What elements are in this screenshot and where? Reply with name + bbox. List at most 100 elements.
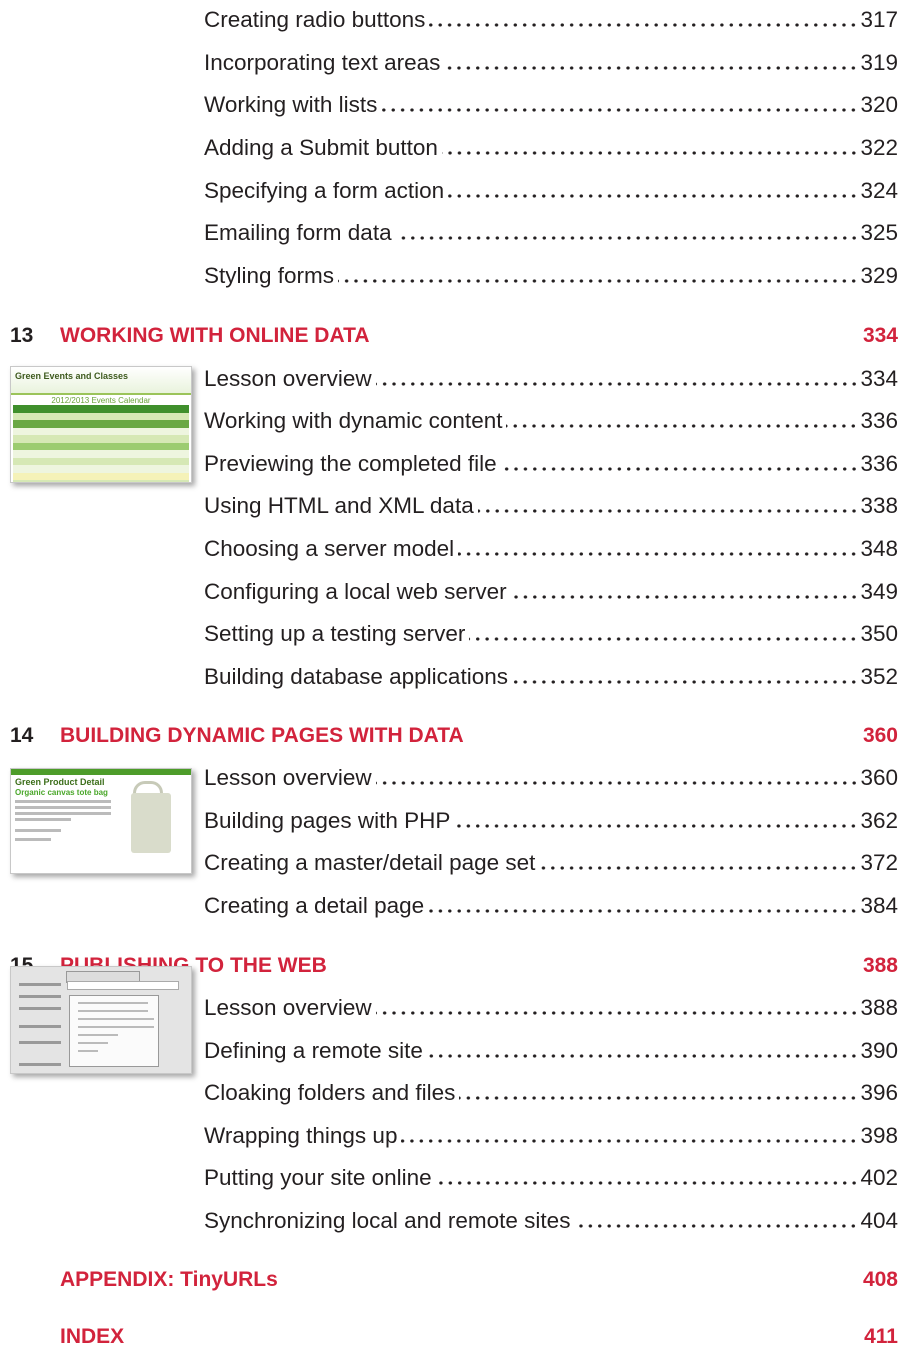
chapter-13-thumbnail: Green Events and Classes 2012/2013 Event… bbox=[10, 366, 192, 483]
toc-entry[interactable]: Creating a master/detail page set 372 bbox=[204, 848, 898, 878]
thumbnail-menu-item bbox=[78, 1002, 148, 1004]
entry-page: 390 bbox=[860, 1038, 898, 1063]
entry-page: 322 bbox=[860, 135, 898, 160]
toc-entry[interactable]: Setting up a testing server 350 bbox=[204, 619, 898, 649]
entry-page: 338 bbox=[860, 493, 898, 518]
entry-label: Choosing a server model bbox=[204, 536, 455, 561]
table-row bbox=[13, 435, 189, 443]
entry-page: 319 bbox=[860, 50, 898, 75]
chapter-heading-14[interactable]: 14 BUILDING DYNAMIC PAGES WITH DATA 360 bbox=[10, 721, 898, 751]
thumbnail-text-line bbox=[15, 806, 111, 809]
dot-leader bbox=[426, 1053, 859, 1059]
thumbnail-dropdown-menu bbox=[69, 995, 159, 1067]
dot-leader bbox=[511, 679, 859, 685]
entry-label: Lesson overview bbox=[204, 765, 372, 790]
dot-leader bbox=[338, 278, 859, 284]
toc-entry[interactable]: Styling forms 329 bbox=[204, 261, 898, 291]
thumbnail-text-line bbox=[15, 829, 61, 832]
entry-label: Styling forms bbox=[204, 263, 335, 288]
toc-entry[interactable]: Emailing form data 325 bbox=[204, 218, 898, 248]
toc-entry[interactable]: Building pages with PHP 362 bbox=[204, 806, 898, 836]
entry-label: Synchronizing local and remote sites bbox=[204, 1208, 571, 1233]
entry-label: Creating a master/detail page set bbox=[204, 850, 536, 875]
toc-entry[interactable]: Synchronizing local and remote sites 404 bbox=[204, 1206, 898, 1236]
dot-leader bbox=[469, 636, 859, 642]
dot-leader bbox=[574, 1223, 859, 1229]
dot-leader bbox=[441, 150, 859, 156]
thumbnail-menu-item bbox=[78, 1010, 148, 1012]
thumbnail-title: Green Events and Classes bbox=[15, 371, 129, 381]
table-row bbox=[13, 450, 189, 458]
entry-page: 350 bbox=[860, 621, 898, 646]
table-row bbox=[13, 420, 189, 428]
toc-entry[interactable]: Cloaking folders and files 396 bbox=[204, 1078, 898, 1108]
index-heading[interactable]: INDEX 411 bbox=[10, 1322, 898, 1352]
chapter-title: WORKING WITH ONLINE DATA bbox=[60, 324, 370, 347]
entry-label: Creating radio buttons bbox=[204, 7, 426, 32]
toc-entry[interactable]: Using HTML and XML data 338 bbox=[204, 491, 898, 521]
toc-entry[interactable]: Choosing a server model 348 bbox=[204, 534, 898, 564]
entry-label: Setting up a testing server bbox=[204, 621, 466, 646]
thumbnail-text-line bbox=[15, 800, 111, 803]
thumbnail-label bbox=[19, 1025, 61, 1028]
chapter-14-thumbnail: Green Product Detail Organic canvas tote… bbox=[10, 768, 192, 874]
thumbnail-field bbox=[67, 981, 179, 990]
entry-label: Adding a Submit button bbox=[204, 135, 438, 160]
toc-entry[interactable]: Lesson overview 360 bbox=[204, 763, 898, 793]
thumbnail-label bbox=[19, 1007, 61, 1010]
toc-entry[interactable]: Defining a remote site 390 bbox=[204, 1036, 898, 1066]
appendix-page: 408 bbox=[862, 1268, 898, 1291]
entry-page: 362 bbox=[860, 808, 898, 833]
dot-leader bbox=[444, 65, 859, 71]
thumbnail-text-line bbox=[15, 818, 71, 821]
toc-entry[interactable]: Configuring a local web server 349 bbox=[204, 577, 898, 607]
chapter-number: 14 bbox=[10, 724, 34, 747]
entry-page: 360 bbox=[860, 765, 898, 790]
thumbnail-menu-item bbox=[78, 1026, 154, 1028]
dot-leader bbox=[428, 908, 859, 914]
thumbnail-subtitle: 2012/2013 Events Calendar bbox=[51, 396, 151, 405]
dot-leader bbox=[506, 423, 859, 429]
toc-entry[interactable]: Previewing the completed file 336 bbox=[204, 449, 898, 479]
entry-label: Lesson overview bbox=[204, 995, 372, 1020]
dot-leader bbox=[381, 107, 859, 113]
entry-page: 388 bbox=[860, 995, 898, 1020]
toc-entry[interactable]: Specifying a form action 324 bbox=[204, 176, 898, 206]
entry-page: 352 bbox=[860, 664, 898, 689]
chapter-title: BUILDING DYNAMIC PAGES WITH DATA bbox=[60, 724, 464, 747]
table-row bbox=[13, 412, 189, 420]
entry-label: Working with dynamic content bbox=[204, 408, 503, 433]
toc-entry[interactable]: Incorporating text areas 319 bbox=[204, 48, 898, 78]
toc-entry[interactable]: Creating a detail page 384 bbox=[204, 891, 898, 921]
entry-label: Emailing form data bbox=[204, 220, 392, 245]
entry-label: Working with lists bbox=[204, 92, 378, 117]
toc-entry[interactable]: Wrapping things up 398 bbox=[204, 1121, 898, 1151]
entry-label: Wrapping things up bbox=[204, 1123, 398, 1148]
entry-label: Using HTML and XML data bbox=[204, 493, 474, 518]
entry-label: Previewing the completed file bbox=[204, 451, 497, 476]
dot-leader bbox=[448, 193, 859, 199]
toc-entry[interactable]: Lesson overview 334 bbox=[204, 364, 898, 394]
entry-page: 402 bbox=[860, 1165, 898, 1190]
table-row bbox=[13, 465, 189, 473]
toc-entry[interactable]: Building database applications 352 bbox=[204, 662, 898, 692]
toc-entry[interactable]: Adding a Submit button 322 bbox=[204, 133, 898, 163]
toc-entry[interactable]: Working with dynamic content 336 bbox=[204, 406, 898, 436]
appendix-heading[interactable]: APPENDIX: TinyURLs 408 bbox=[10, 1265, 898, 1295]
chapter-heading-13[interactable]: 13 WORKING WITH ONLINE DATA 334 bbox=[10, 321, 898, 351]
thumbnail-text-line bbox=[15, 812, 111, 815]
entry-label: Lesson overview bbox=[204, 366, 372, 391]
dot-leader bbox=[539, 865, 859, 871]
thumbnail-label bbox=[19, 1063, 61, 1066]
toc-entry[interactable]: Creating radio buttons 317 bbox=[204, 5, 898, 35]
chapter-page: 388 bbox=[862, 954, 898, 977]
table-row bbox=[13, 472, 189, 480]
toc-entry[interactable]: Working with lists 320 bbox=[204, 90, 898, 120]
dot-leader bbox=[375, 381, 859, 387]
toc-entry[interactable]: Lesson overview 388 bbox=[204, 993, 898, 1023]
dot-leader bbox=[510, 594, 859, 600]
thumbnail-text-line bbox=[15, 838, 51, 841]
thumbnail-label bbox=[19, 1041, 61, 1044]
entry-label: Creating a detail page bbox=[204, 893, 425, 918]
toc-entry[interactable]: Putting your site online 402 bbox=[204, 1163, 898, 1193]
